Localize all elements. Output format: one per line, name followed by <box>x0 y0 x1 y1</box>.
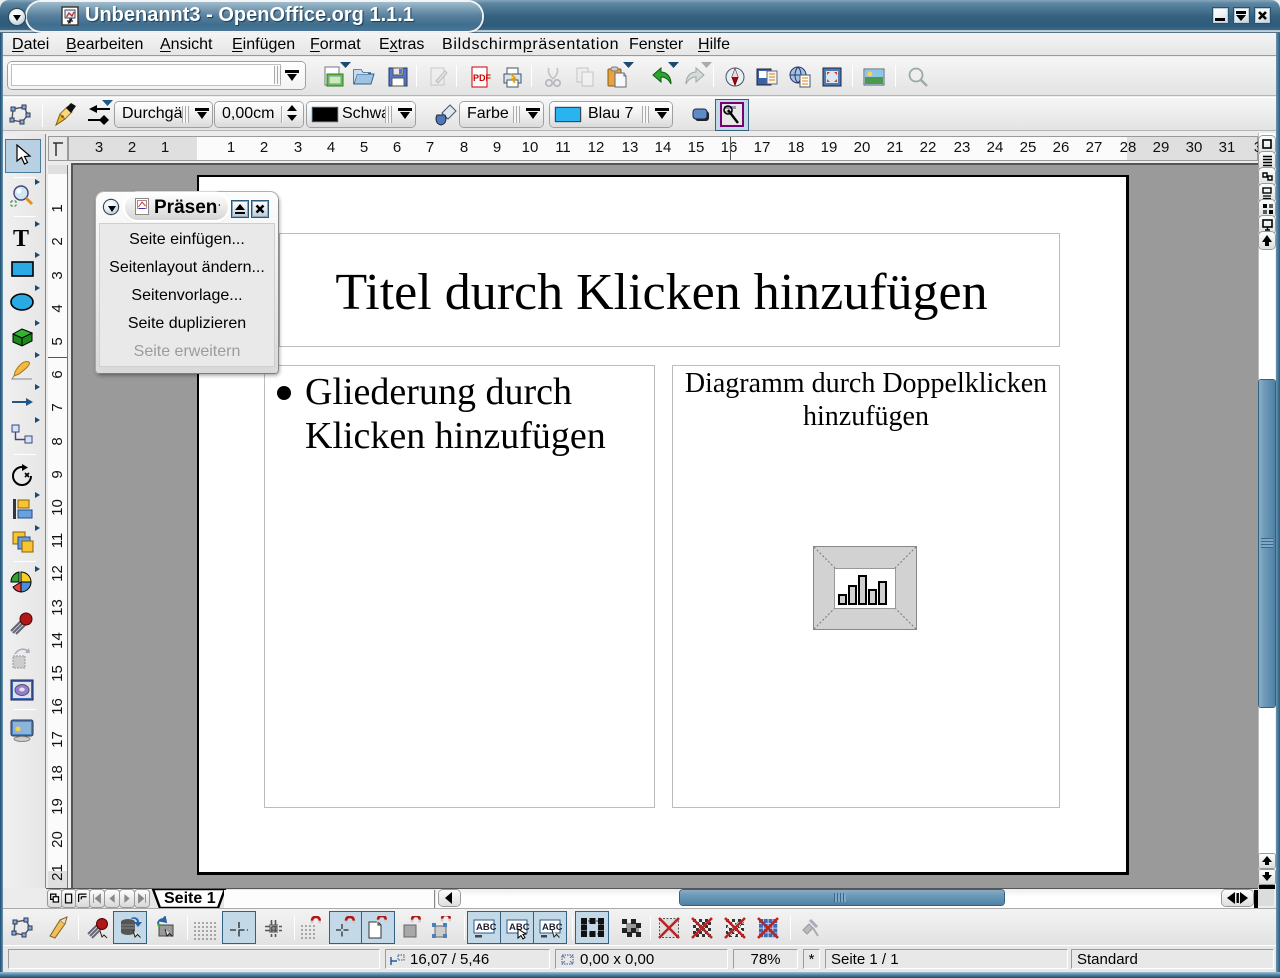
svg-text:T: T <box>13 226 29 251</box>
svg-text:PDF: PDF <box>473 73 492 83</box>
svg-text:ABC: ABC <box>476 922 496 933</box>
